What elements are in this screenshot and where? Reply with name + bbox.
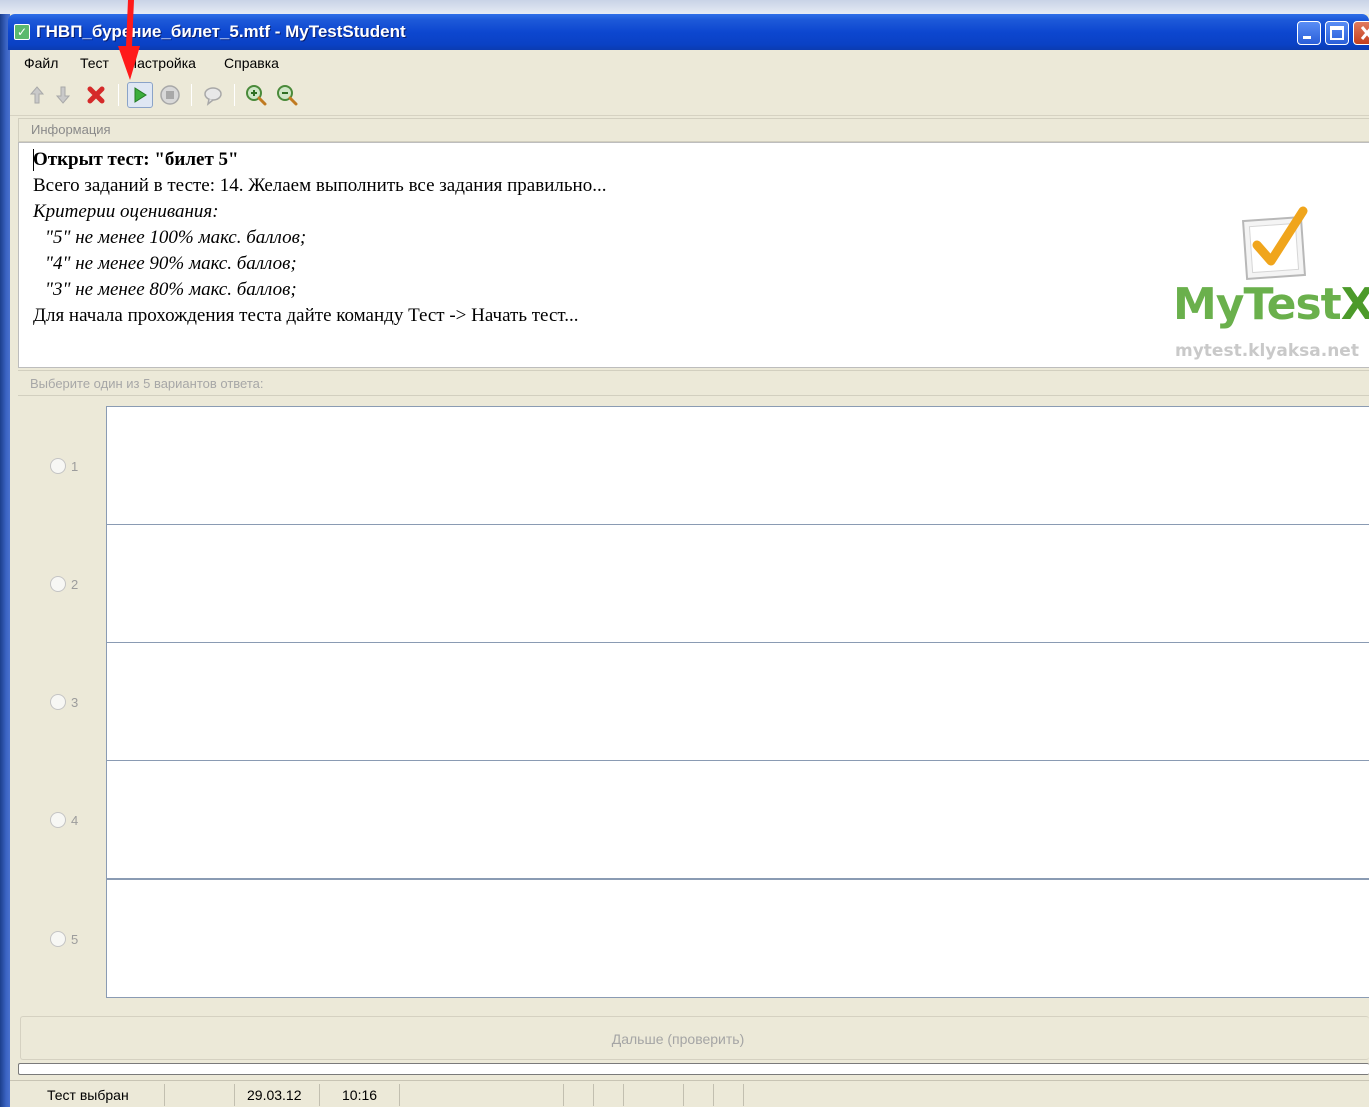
zoom-out-icon <box>277 85 298 106</box>
answers-header: Выберите один из 5 вариантов ответа: <box>18 370 1369 396</box>
next-check-button-label: Дальше (проверить) <box>611 1031 745 1047</box>
criteria-label: Критерии оценивания: <box>33 201 219 222</box>
status-time: 10:16 <box>342 1087 378 1103</box>
mytestx-logo: MyTestX <box>1173 281 1369 329</box>
minimize-icon <box>1303 36 1311 39</box>
toolbar-zoom-in-button[interactable] <box>243 82 269 108</box>
status-cell-empty <box>564 1084 594 1106</box>
speech-bubble-icon <box>204 87 222 106</box>
down-arrow-icon <box>55 86 71 104</box>
toolbar <box>10 76 1369 116</box>
logo-url: mytest.klyaksa.net <box>1175 341 1359 361</box>
play-icon <box>134 87 147 103</box>
answers-area: 1 2 3 4 5 <box>18 396 1369 1008</box>
answer-option-5[interactable]: 5 <box>18 879 1369 998</box>
annotation-arrow-icon <box>118 0 140 80</box>
status-cell-empty <box>684 1084 714 1106</box>
answer-option-4[interactable]: 4 <box>18 760 1369 879</box>
status-text: Тест выбран <box>47 1087 129 1103</box>
answer-number-2: 2 <box>71 577 79 592</box>
criteria-grade-5: "5" не менее 100% макс. баллов; <box>45 227 307 248</box>
menu-help[interactable]: Справка <box>224 55 279 71</box>
close-x-icon <box>87 86 105 104</box>
toolbar-separator <box>118 84 119 106</box>
maximize-icon <box>1330 26 1344 40</box>
stop-icon <box>160 85 180 105</box>
toolbar-start-test-button[interactable] <box>127 82 153 108</box>
logo-x: X <box>1340 279 1369 330</box>
close-icon <box>1360 26 1369 40</box>
answer-text-box-5[interactable] <box>106 879 1369 998</box>
status-date: 29.03.12 <box>247 1087 302 1103</box>
next-check-button[interactable]: Дальше (проверить) <box>20 1016 1369 1060</box>
toolbar-down-button[interactable] <box>50 82 76 108</box>
answer-number-3: 3 <box>71 695 79 710</box>
menu-bar: Файл Тест Настройка Справка <box>10 50 1369 76</box>
answer-number-1: 1 <box>71 459 79 474</box>
answer-radio-5[interactable] <box>50 931 66 947</box>
tasks-total-text: Всего заданий в тесте: 14. Желаем выполн… <box>33 175 607 196</box>
answer-number-4: 4 <box>71 813 79 828</box>
info-panel-header: Информация <box>18 118 1369 142</box>
up-arrow-icon <box>29 86 45 104</box>
criteria-grade-3: "3" не менее 80% макс. баллов; <box>45 279 297 300</box>
toolbar-zoom-out-button[interactable] <box>274 82 300 108</box>
toolbar-close-test-button[interactable] <box>83 82 109 108</box>
info-panel-header-label: Информация <box>31 122 111 137</box>
toolbar-comment-button[interactable] <box>200 82 226 108</box>
answer-text-box-4[interactable] <box>106 760 1369 879</box>
answer-option-1[interactable]: 1 <box>18 406 1369 525</box>
status-bar: Тест выбран 29.03.12 10:16 <box>10 1080 1369 1107</box>
answer-radio-4[interactable] <box>50 812 66 828</box>
answer-radio-3[interactable] <box>50 694 66 710</box>
window-left-border <box>0 14 10 1107</box>
toolbar-separator <box>234 84 235 106</box>
minimize-button[interactable] <box>1297 21 1321 45</box>
toolbar-up-button[interactable] <box>24 82 50 108</box>
status-cell-empty <box>165 1084 235 1106</box>
answer-option-3[interactable]: 3 <box>18 642 1369 761</box>
logo-checkbox-icon <box>1239 203 1313 283</box>
answer-number-5: 5 <box>71 932 79 947</box>
zoom-in-icon <box>246 85 267 106</box>
status-cell-empty <box>594 1084 624 1106</box>
app-window: ✓ ГНВП_бурение_билет_5.mtf - MyTestStude… <box>0 0 1369 1107</box>
criteria-grade-4: "4" не менее 90% макс. баллов; <box>45 253 297 274</box>
test-opened-title: Открыт тест: "билет 5" <box>33 149 239 170</box>
status-cell-empty <box>714 1084 744 1106</box>
answer-radio-1[interactable] <box>50 458 66 474</box>
answers-header-label: Выберите один из 5 вариантов ответа: <box>30 376 264 391</box>
answer-text-box-2[interactable] <box>106 524 1369 643</box>
maximize-button[interactable] <box>1325 21 1349 45</box>
answer-radio-2[interactable] <box>50 576 66 592</box>
toolbar-separator <box>191 84 192 106</box>
close-window-button[interactable] <box>1353 21 1369 45</box>
start-hint-text: Для начала прохождения теста дайте коман… <box>33 305 579 326</box>
menu-file[interactable]: Файл <box>24 55 58 71</box>
answer-option-2[interactable]: 2 <box>18 524 1369 643</box>
answer-text-box-3[interactable] <box>106 642 1369 761</box>
title-bar[interactable]: ✓ ГНВП_бурение_билет_5.mtf - MyTestStude… <box>8 14 1369 50</box>
toolbar-stop-test-button[interactable] <box>157 82 183 108</box>
answer-text-box-1[interactable] <box>106 406 1369 525</box>
desktop-background <box>0 0 1369 14</box>
info-panel: Открыт тест: "билет 5" Всего заданий в т… <box>18 142 1369 368</box>
check-icon: ✓ <box>14 24 30 40</box>
status-cell-empty <box>400 1084 564 1106</box>
logo-name: MyTest <box>1173 279 1342 330</box>
progress-bar <box>18 1063 1369 1075</box>
status-cell-empty <box>624 1084 684 1106</box>
window-title: ГНВП_бурение_билет_5.mtf - MyTestStudent <box>36 22 406 41</box>
